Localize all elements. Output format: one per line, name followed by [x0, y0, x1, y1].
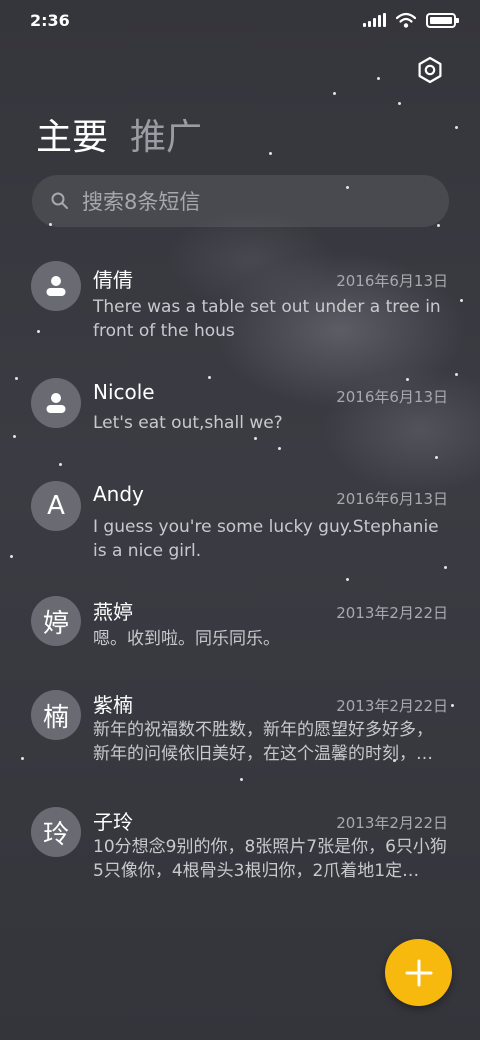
- signal-icon: [363, 13, 386, 27]
- wifi-icon: [396, 12, 416, 28]
- message-preview: There was a table set out under a tree i…: [93, 297, 441, 341]
- contact-name: 燕婷: [93, 600, 133, 624]
- compose-button[interactable]: [385, 939, 452, 1006]
- avatar-initial: A: [47, 491, 65, 521]
- conversation-row[interactable]: 楠 紫楠 2013年2月22日 新年的祝福数不胜数，新年的愿望好多好多，新年的问…: [0, 682, 480, 800]
- status-icons: [363, 12, 459, 28]
- settings-hexagon-icon[interactable]: [416, 56, 444, 84]
- conversation-list: 倩倩 2016年6月13日 There was a table set out …: [0, 250, 480, 910]
- message-preview: 嗯。收到啦。同乐同乐。: [93, 629, 280, 649]
- tab-promotions[interactable]: 推广: [130, 108, 202, 160]
- message-date: 2016年6月13日: [336, 388, 448, 406]
- avatar: 婷: [31, 596, 81, 646]
- avatar: 玲: [31, 807, 81, 857]
- avatar: [31, 378, 81, 428]
- contact-name: 倩倩: [93, 268, 133, 292]
- conversation-row[interactable]: 倩倩 2016年6月13日 There was a table set out …: [0, 250, 480, 360]
- person-icon: [46, 393, 66, 413]
- message-date: 2013年2月22日: [336, 604, 448, 622]
- conversation-row[interactable]: 玲 子玲 2013年2月22日 10分想念9别的你，8张照片7张是你，6只小狗5…: [0, 800, 480, 910]
- battery-icon: [426, 12, 459, 28]
- message-date: 2016年6月13日: [336, 490, 448, 508]
- status-bar: 2:36: [0, 0, 480, 42]
- message-preview: Let's eat out,shall we?: [93, 413, 283, 433]
- conversation-row[interactable]: Nicole 2016年6月13日 Let's eat out,shall we…: [0, 360, 480, 468]
- search-icon: [51, 192, 68, 209]
- contact-name: Andy: [93, 482, 144, 506]
- plus-icon: [405, 959, 432, 986]
- avatar-initial: 玲: [42, 819, 69, 850]
- avatar-initial: 楠: [42, 702, 69, 733]
- person-icon: [46, 276, 66, 296]
- message-date: 2013年2月22日: [336, 697, 448, 715]
- contact-name: 子玲: [93, 810, 133, 834]
- conversation-row[interactable]: A Andy 2016年6月13日 I guess you're some lu…: [0, 468, 480, 586]
- avatar: A: [31, 481, 81, 531]
- avatar: 楠: [31, 690, 81, 740]
- avatar: [31, 261, 81, 311]
- message-preview: 新年的祝福数不胜数，新年的愿望好多好多，新年的问候依旧美好，在这个温馨的时刻，…: [93, 720, 433, 764]
- tab-bar: 主要 推广: [36, 108, 202, 160]
- tab-primary[interactable]: 主要: [36, 108, 108, 160]
- search-placeholder: 搜索8条短信: [82, 190, 201, 214]
- search-bar[interactable]: 搜索8条短信: [32, 175, 449, 227]
- avatar-initial: 婷: [42, 608, 69, 639]
- status-time: 2:36: [30, 11, 70, 30]
- conversation-row[interactable]: 婷 燕婷 2013年2月22日 嗯。收到啦。同乐同乐。: [0, 586, 480, 682]
- message-date: 2016年6月13日: [336, 272, 448, 290]
- message-preview: 10分想念9别的你，8张照片7张是你，6只小狗5只像你，4根骨头3根归你，2爪着…: [93, 837, 447, 881]
- contact-name: Nicole: [93, 380, 155, 404]
- message-preview: I guess you're some lucky guy.Stephanie …: [93, 517, 439, 561]
- message-date: 2013年2月22日: [336, 814, 448, 832]
- contact-name: 紫楠: [93, 693, 133, 717]
